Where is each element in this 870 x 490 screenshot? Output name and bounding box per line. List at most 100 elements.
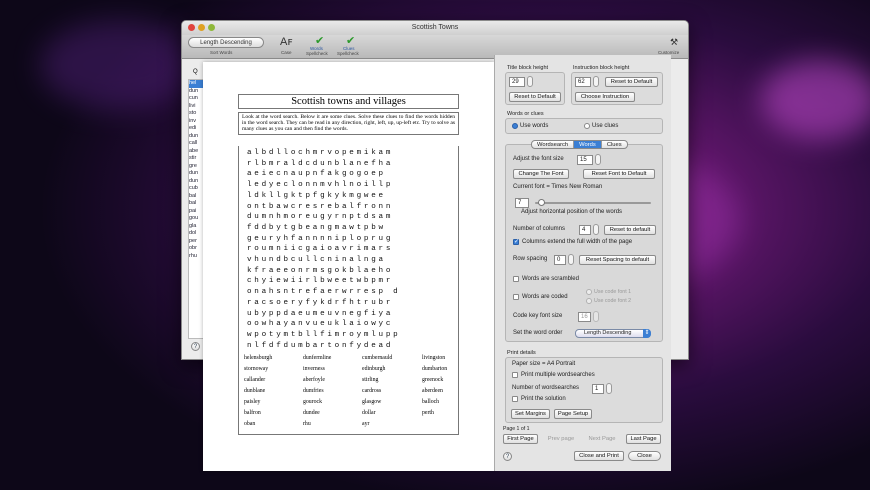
grid-row: albdllochmrvopemikam bbox=[247, 149, 394, 157]
grid-row: geuryhfannnniploprug bbox=[247, 234, 394, 243]
sidebar-word-item[interactable]: gou bbox=[189, 215, 203, 223]
horizontal-position-field[interactable]: 7 bbox=[515, 198, 529, 208]
sidebar-word-item[interactable]: hel bbox=[189, 80, 203, 88]
sidebar-word-item[interactable]: dun bbox=[189, 178, 203, 186]
instruction-block-height-label: Instruction block height bbox=[573, 65, 630, 71]
code-key-font-size-field[interactable]: 16 bbox=[578, 312, 591, 322]
search-icon[interactable]: Q bbox=[193, 69, 198, 75]
close-and-print-button[interactable]: Close and Print bbox=[574, 451, 624, 461]
row-spacing-field[interactable]: 0 bbox=[554, 255, 566, 265]
font-size-stepper[interactable] bbox=[595, 154, 601, 165]
word-list-item: edinburgh bbox=[362, 366, 386, 372]
use-words-radio[interactable] bbox=[512, 123, 518, 129]
tab-words[interactable]: Words bbox=[574, 141, 602, 148]
sidebar-word-item[interactable]: dol bbox=[189, 230, 203, 238]
title-block-height-field[interactable]: 29 bbox=[509, 77, 525, 87]
code-key-stepper[interactable] bbox=[593, 311, 599, 322]
zoom-window-icon[interactable] bbox=[208, 24, 215, 31]
print-solution-checkbox[interactable] bbox=[512, 396, 518, 402]
window-titlebar: Scottish Towns bbox=[182, 21, 688, 35]
sidebar-word-item[interactable]: inv bbox=[189, 118, 203, 126]
page-indicator: Page 1 of 1 bbox=[503, 426, 530, 432]
columns-field[interactable]: 4 bbox=[579, 225, 591, 235]
print-multiple-checkbox[interactable] bbox=[512, 372, 518, 378]
coded-checkbox[interactable] bbox=[513, 294, 519, 300]
customize-icon[interactable]: ⚒ bbox=[670, 36, 678, 48]
sidebar-word-item[interactable]: cub bbox=[189, 185, 203, 193]
sidebar-word-item[interactable]: edi bbox=[189, 125, 203, 133]
code-font-2-radio[interactable] bbox=[586, 298, 592, 304]
number-of-wordsearches-stepper[interactable] bbox=[606, 383, 612, 394]
change-font-button[interactable]: Change The Font bbox=[513, 169, 569, 179]
close-window-icon[interactable] bbox=[188, 24, 195, 31]
word-list-item: dumbarton bbox=[422, 366, 448, 372]
sidebar-word-item[interactable]: sto bbox=[189, 110, 203, 118]
code-font-1-radio[interactable] bbox=[586, 289, 592, 295]
use-clues-radio[interactable] bbox=[584, 123, 590, 129]
grid-row: ledyeclonnmvhlnoillp bbox=[247, 181, 394, 190]
word-list-sidebar[interactable]: hel dun cun livi sto inv edi dun call abe stir gre d… bbox=[188, 79, 204, 339]
first-page-button[interactable]: First Page bbox=[503, 434, 538, 444]
sidebar-word-item[interactable]: obr bbox=[189, 245, 203, 253]
word-list-item: glasgow bbox=[362, 399, 382, 405]
code-font-2-label: Use code font 2 bbox=[594, 298, 632, 304]
reset-font-button[interactable]: Reset Font to Default bbox=[583, 169, 655, 179]
sidebar-word-item[interactable]: bal bbox=[189, 200, 203, 208]
case-icon[interactable]: Aꜰ bbox=[280, 36, 293, 48]
sidebar-word-item[interactable]: dun bbox=[189, 88, 203, 96]
traffic-lights bbox=[188, 24, 215, 31]
horizontal-position-slider[interactable] bbox=[535, 202, 651, 204]
font-size-field[interactable]: 15 bbox=[577, 155, 593, 165]
word-list-item: perth bbox=[422, 410, 434, 416]
page-setup-button[interactable]: Page Setup bbox=[554, 409, 592, 419]
help-button[interactable]: ? bbox=[503, 452, 512, 461]
close-button[interactable]: Close bbox=[628, 451, 661, 461]
columns-stepper[interactable] bbox=[593, 224, 599, 235]
next-page-button[interactable]: Next Page bbox=[585, 434, 619, 444]
sidebar-word-item[interactable]: pai bbox=[189, 208, 203, 216]
horizontal-position-label: Adjust horizontal position of the words bbox=[521, 209, 623, 215]
prev-page-button[interactable]: Prev page bbox=[544, 434, 578, 444]
scrambled-checkbox[interactable] bbox=[513, 276, 519, 282]
sidebar-word-item[interactable]: dun bbox=[189, 133, 203, 141]
window-help-button[interactable]: ? bbox=[191, 342, 200, 351]
last-page-button[interactable]: Last Page bbox=[626, 434, 661, 444]
sidebar-word-item[interactable]: gre bbox=[189, 163, 203, 171]
title-reset-default-button[interactable]: Reset to Default bbox=[509, 92, 561, 102]
reset-spacing-button[interactable]: Reset Spacing to default bbox=[579, 255, 656, 265]
instruction-block-stepper[interactable] bbox=[593, 76, 599, 87]
sidebar-word-item[interactable]: dun bbox=[189, 170, 203, 178]
number-of-wordsearches-field[interactable]: 1 bbox=[592, 384, 604, 394]
columns-extend-checkbox[interactable] bbox=[513, 238, 519, 245]
sidebar-word-item[interactable]: cun bbox=[189, 95, 203, 103]
title-block-stepper[interactable] bbox=[527, 76, 533, 87]
minimize-window-icon[interactable] bbox=[198, 24, 205, 31]
sidebar-word-item[interactable]: gla bbox=[189, 223, 203, 231]
columns-reset-button[interactable]: Reset to default bbox=[604, 225, 656, 235]
instruction-block-height-field[interactable]: 62 bbox=[575, 77, 591, 87]
word-list-item: stornoway bbox=[244, 366, 269, 372]
word-list-item: cardross bbox=[362, 388, 382, 394]
sidebar-word-item[interactable]: livi bbox=[189, 103, 203, 111]
font-size-label: Adjust the font size bbox=[513, 156, 564, 162]
sidebar-word-item[interactable]: abe bbox=[189, 148, 203, 156]
row-spacing-stepper[interactable] bbox=[568, 254, 574, 265]
word-order-popup[interactable]: Length Descending bbox=[575, 329, 651, 338]
word-list-item: dollar bbox=[362, 410, 376, 416]
word-list-item: gourock bbox=[303, 399, 322, 405]
sidebar-word-item[interactable]: rhu bbox=[189, 253, 203, 261]
sidebar-word-item[interactable]: per bbox=[189, 238, 203, 246]
sidebar-word-item[interactable]: call bbox=[189, 140, 203, 148]
tab-wordsearch[interactable]: Wordsearch bbox=[532, 141, 575, 148]
choose-instruction-button[interactable]: Choose Instruction bbox=[575, 92, 635, 102]
sidebar-word-item[interactable]: bal bbox=[189, 193, 203, 201]
horizontal-position-knob[interactable] bbox=[538, 199, 545, 206]
sort-words-control[interactable]: Length Descending bbox=[188, 37, 264, 48]
words-or-clues-label: Words or clues bbox=[507, 111, 544, 117]
instruction-reset-default-button[interactable]: Reset to Default bbox=[605, 77, 658, 87]
tab-clues[interactable]: Clues bbox=[602, 141, 627, 148]
set-margins-button[interactable]: Set Margins bbox=[511, 409, 550, 419]
word-order-label: Set the word order bbox=[513, 330, 563, 336]
words-spellcheck-caption: Spellcheck bbox=[306, 51, 328, 56]
sidebar-word-item[interactable]: stir bbox=[189, 155, 203, 163]
